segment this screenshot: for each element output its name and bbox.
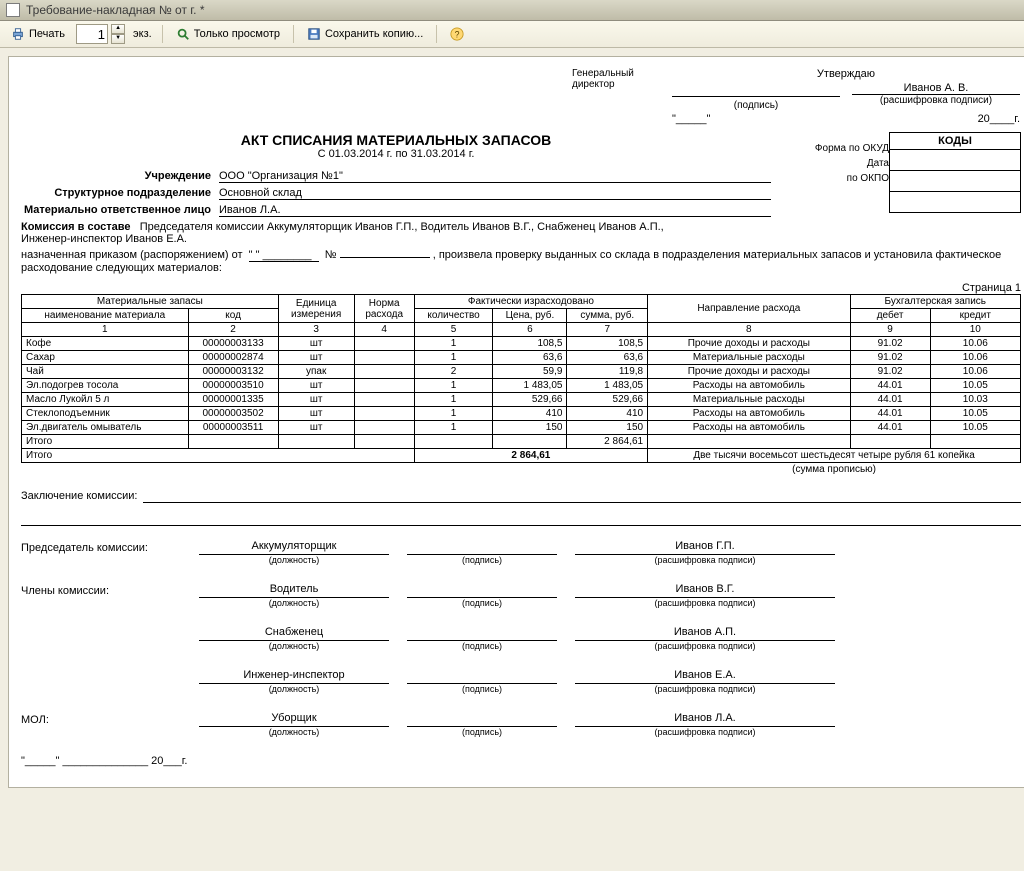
toolbar-separator bbox=[293, 25, 294, 43]
approve-word: Утверждаю bbox=[672, 68, 1020, 80]
total-row: Итого 2 864,61 Две тысячи восемьсот шест… bbox=[22, 449, 1021, 463]
window-icon bbox=[6, 3, 20, 17]
sign-slot bbox=[672, 82, 840, 97]
signature-row: Инженер-инспектор(должность) (подпись)Ив… bbox=[21, 669, 1021, 694]
org-row: УчреждениеООО "Организация №1" bbox=[21, 170, 771, 183]
signature-row: Снабженец(должность) (подпись)Иванов А.П… bbox=[21, 626, 1021, 651]
subtotal-row: Итого 2 864,61 bbox=[22, 435, 1021, 449]
svg-text:?: ? bbox=[455, 30, 460, 40]
resp-row: Материально ответственное лицоИванов Л.А… bbox=[21, 204, 771, 217]
copies-input[interactable] bbox=[76, 24, 108, 44]
decode-caption: (расшифровка подписи) bbox=[852, 95, 1020, 106]
copies-suffix: экз. bbox=[133, 28, 152, 40]
printer-icon bbox=[11, 27, 25, 41]
document-page: Генеральный директор Утверждаю (подпись)… bbox=[8, 56, 1024, 788]
table-row: Кофе00000003133шт1108,5108,5Прочие доход… bbox=[22, 337, 1021, 351]
floppy-icon bbox=[307, 27, 321, 41]
print-button[interactable]: Печать bbox=[4, 23, 72, 45]
commission-row: Комиссия в составе Председателя комиссии… bbox=[21, 221, 1021, 245]
table-row: Эл.двигатель омыватель00000003511шт11501… bbox=[22, 421, 1021, 435]
table-row: Масло Лукойл 5 л00000001335шт1529,66529,… bbox=[22, 393, 1021, 407]
table-row: Чай00000003132упак259,9119,8Прочие доход… bbox=[22, 365, 1021, 379]
view-only-button[interactable]: Только просмотр bbox=[169, 23, 287, 45]
signature-row: МОЛ:Уборщик(должность) (подпись)Иванов Л… bbox=[21, 712, 1021, 737]
materials-table: Материальные запасы Единица измерения Но… bbox=[21, 294, 1021, 476]
document-title: АКТ СПИСАНИЯ МАТЕРИАЛЬНЫХ ЗАПАСОВ bbox=[21, 132, 771, 148]
save-copy-label: Сохранить копию... bbox=[325, 28, 423, 40]
form-okud-label: Форма по ОКУД bbox=[791, 143, 897, 154]
toolbar-separator bbox=[436, 25, 437, 43]
okpo-label: по ОКПО bbox=[791, 173, 897, 184]
help-icon: ? bbox=[450, 27, 464, 41]
gen-dir-label: Генеральный директор bbox=[571, 67, 671, 126]
view-only-label: Только просмотр bbox=[194, 28, 280, 40]
copies-spinner[interactable]: ▲▼ bbox=[111, 24, 125, 44]
save-copy-button[interactable]: Сохранить копию... bbox=[300, 23, 430, 45]
table-row: Эл.подогрев тосола00000003510шт11 483,05… bbox=[22, 379, 1021, 393]
date-quotes: "_____" bbox=[672, 113, 840, 125]
codes-box: КОДЫ bbox=[889, 132, 1021, 213]
magnifier-icon bbox=[176, 27, 190, 41]
toolbar: Печать ▲▼ экз. Только просмотр Сохранить… bbox=[0, 21, 1024, 48]
document-period: С 01.03.2014 г. по 31.03.2014 г. bbox=[21, 148, 771, 160]
window-titlebar: Требование-накладная № от г. * bbox=[0, 0, 1024, 21]
table-row: Стеклоподъемник00000003502шт1410410Расхо… bbox=[22, 407, 1021, 421]
order-row: назначенная приказом (распоряжением) от … bbox=[21, 249, 1021, 274]
print-label: Печать bbox=[29, 28, 65, 40]
dept-row: Структурное подразделениеОсновной склад bbox=[21, 187, 771, 200]
signature-row: Члены комиссии:Водитель(должность) (подп… bbox=[21, 583, 1021, 608]
table-row: Сахар00000002874шт163,663,6Материальные … bbox=[22, 351, 1021, 365]
sign-caption: (подпись) bbox=[672, 100, 840, 111]
date-label: Дата bbox=[791, 158, 897, 169]
toolbar-separator bbox=[162, 25, 163, 43]
approval-block: Генеральный директор Утверждаю (подпись)… bbox=[21, 67, 1021, 126]
help-button[interactable]: ? bbox=[443, 23, 475, 45]
conclusion-row: Заключение комиссии: bbox=[21, 490, 1021, 503]
signature-row: Председатель комиссии:Аккумуляторщик(дол… bbox=[21, 540, 1021, 565]
approver-name: Иванов А. В. bbox=[852, 82, 1020, 95]
footer-date: "_____" ______________ 20___г. bbox=[21, 755, 1021, 767]
page-number: Страница 1 bbox=[21, 282, 1021, 294]
window-title: Требование-накладная № от г. * bbox=[26, 0, 205, 20]
year-suffix: 20____г. bbox=[852, 113, 1020, 125]
